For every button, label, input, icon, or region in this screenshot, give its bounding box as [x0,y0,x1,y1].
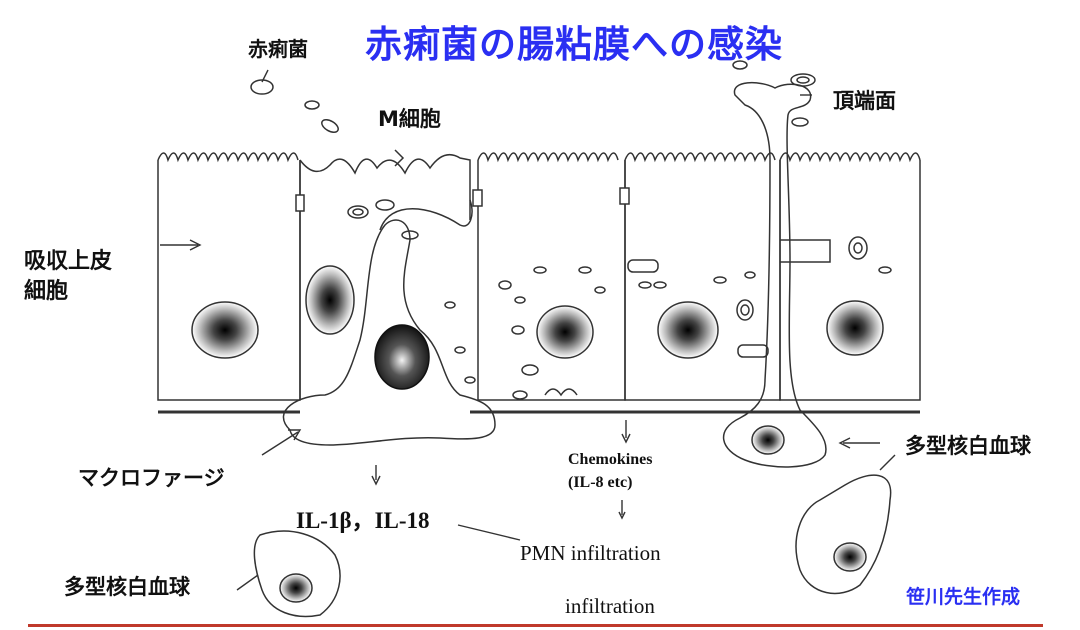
bacteria-label: 赤痢菌 [248,37,308,61]
bacterium [250,79,274,95]
arrow-pmn-right-2 [879,454,896,471]
m-cell-label: M細胞 [378,107,441,131]
arrow-macrophage [261,431,299,456]
epithelial-cell-1 [157,152,301,401]
cytokines-label: IL-1β，IL-18 [296,508,430,533]
m-cell-pointer [394,149,405,167]
arrow-pmn-left [236,574,259,591]
apical-surface-label: 頂端面 [833,89,896,113]
epithelium-diagram [157,60,921,618]
pmn-infiltration-label: PMN infiltration [520,541,661,565]
pmn-right [795,474,892,595]
pmn-right-label: 多型核白血球 [905,434,1031,458]
chemokines-label-2: (IL-8 etc) [568,474,633,491]
bottom-divider [28,624,1043,627]
infiltration-label: infiltration [565,594,655,618]
arrow-pmn-infiltration [457,524,521,541]
epithelial-cell-3 [472,152,626,401]
epithelial-cell-4 [619,152,781,401]
epithelial-cell-5 [779,152,921,401]
pmn-left-label: 多型核白血球 [64,575,190,599]
macrophage-nucleus [374,324,430,390]
absorptive-epithelium-label-2: 細胞 [24,279,69,304]
credit-label: 笹川先生作成 [906,586,1021,608]
migrating-pmn [722,81,827,468]
macrophage-label: マクロファージ [78,466,225,490]
absorptive-epithelium-label-1: 吸収上皮 [24,249,113,274]
epithelial-cell-2 [295,160,355,400]
chemokines-label-1: Chemokines [568,451,653,468]
